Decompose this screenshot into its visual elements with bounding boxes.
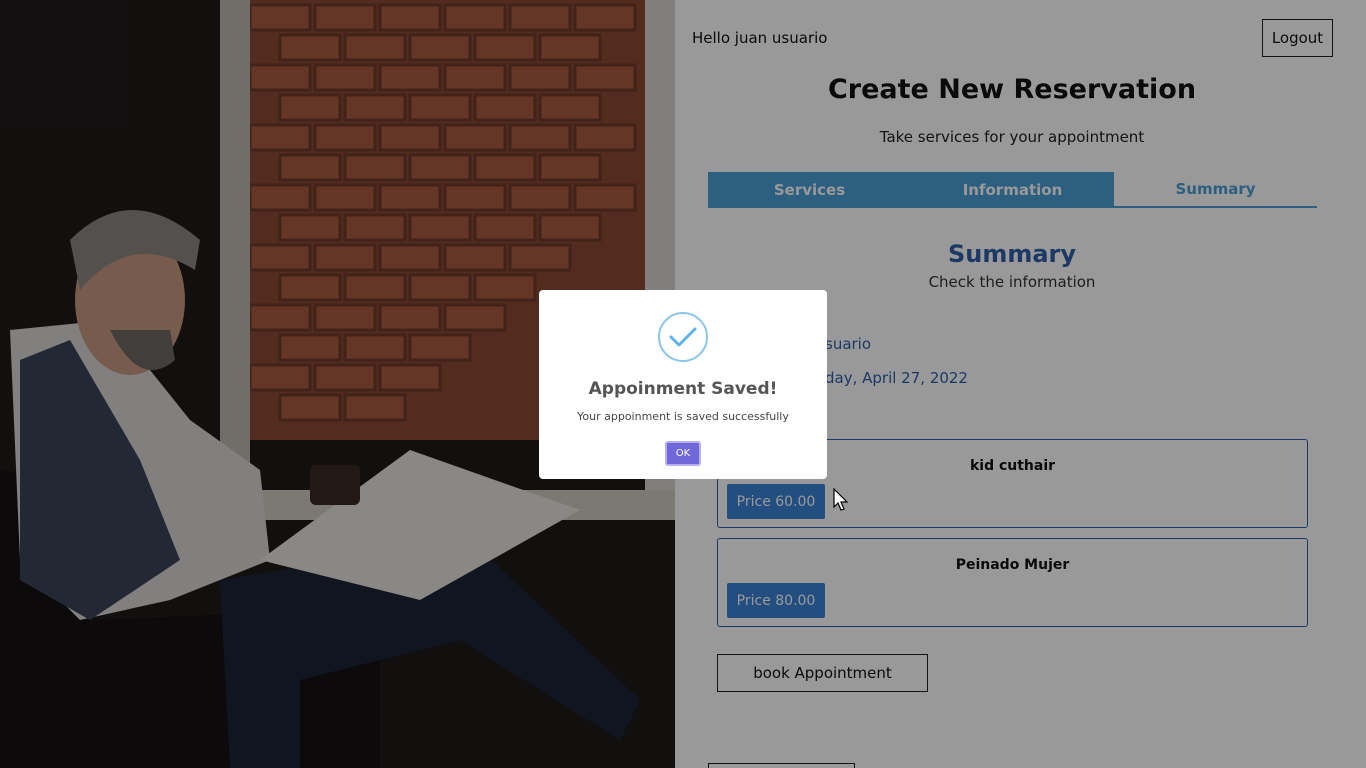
check-icon (658, 312, 708, 362)
dialog-title: Appoinment Saved! (588, 379, 778, 399)
mouse-cursor-icon (833, 487, 849, 516)
ok-button[interactable]: OK (665, 441, 701, 466)
success-dialog: Appoinment Saved! Your appoinment is sav… (539, 290, 827, 479)
dialog-message: Your appoinment is saved successfully (577, 410, 789, 423)
